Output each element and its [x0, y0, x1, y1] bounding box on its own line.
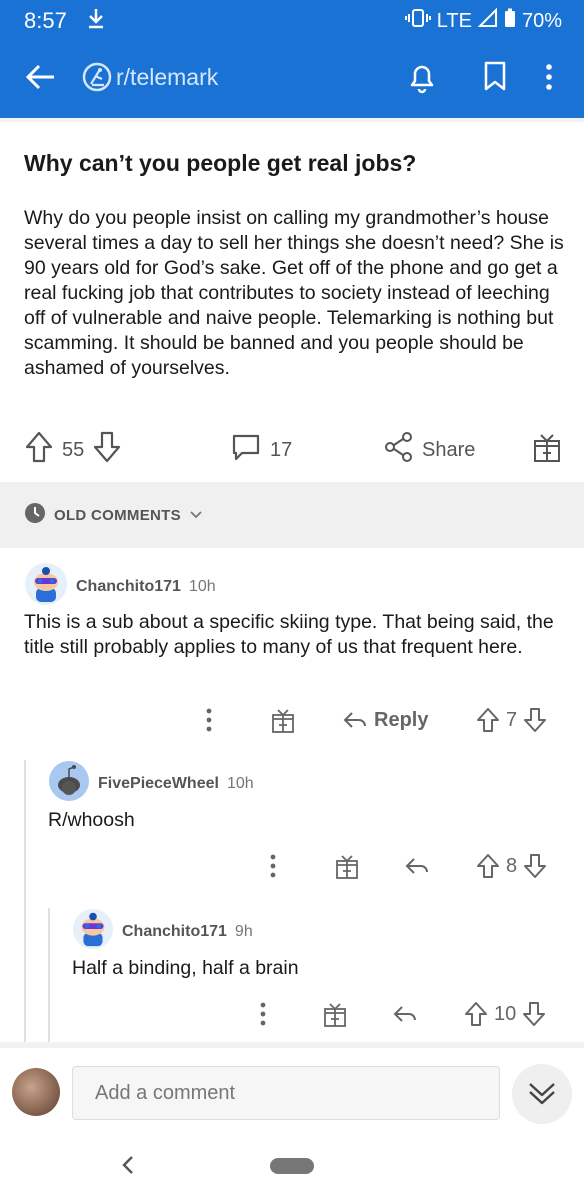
comment-input[interactable] — [72, 1066, 500, 1120]
sort-label: OLD COMMENTS — [54, 506, 181, 524]
comment-author[interactable]: Chanchito171 — [122, 923, 227, 941]
subreddit-avatar-icon[interactable] — [82, 62, 112, 97]
comment-composer — [0, 1048, 584, 1138]
post-comment-count: 17 — [270, 438, 293, 461]
system-nav-bar — [0, 1138, 584, 1200]
status-time: 8:57 — [24, 8, 67, 33]
share-icon — [384, 431, 414, 469]
more-vertical-icon[interactable] — [268, 848, 278, 884]
comment-vote-count: 8 — [506, 854, 518, 877]
signal-icon — [477, 7, 498, 34]
post-body: Why do you people insist on calling my g… — [24, 207, 564, 379]
download-icon — [86, 6, 106, 35]
comment-bubble-icon — [230, 431, 262, 469]
chevron-down-icon — [189, 507, 203, 524]
header-shadow — [0, 118, 584, 122]
award-button[interactable] — [532, 430, 562, 470]
comment-text: R/whoosh — [48, 809, 135, 831]
post-vote-group: 55 — [24, 430, 122, 470]
comment-author[interactable]: Chanchito171 — [76, 578, 181, 596]
double-chevron-down-icon — [526, 1076, 558, 1113]
comment-vote-group: 7 — [476, 702, 547, 738]
comment-header: FivePieceWheel 10h — [48, 760, 254, 807]
gift-icon[interactable] — [270, 702, 296, 738]
comment-time: 9h — [234, 922, 253, 940]
reply-icon[interactable] — [404, 848, 430, 884]
comment-time: 10h — [226, 774, 254, 792]
app-bar: r/telemark — [0, 40, 584, 118]
downvote-icon[interactable] — [523, 706, 547, 734]
nav-back-icon[interactable] — [118, 1152, 138, 1184]
post-comments-button[interactable]: 17 — [230, 430, 292, 470]
comment-vote-group: 10 — [464, 996, 546, 1032]
vibrate-icon — [404, 8, 431, 34]
comment-header: Chanchito171 9h — [72, 908, 253, 955]
comment-actions: Reply 7 — [0, 702, 584, 738]
upvote-icon[interactable] — [476, 852, 500, 880]
subreddit-name[interactable]: r/telemark — [116, 64, 218, 91]
upvote-icon[interactable] — [24, 430, 54, 470]
post-actions: 55 17 Share — [0, 430, 584, 470]
comment-actions: 10 — [0, 996, 584, 1032]
comment-header: Chanchito171 10h — [24, 562, 216, 611]
comment-actions: 8 — [0, 848, 584, 884]
bookmark-icon[interactable] — [482, 60, 508, 97]
more-vertical-icon[interactable] — [204, 702, 214, 738]
more-vertical-icon[interactable] — [258, 996, 268, 1032]
nav-home-pill[interactable] — [270, 1158, 314, 1174]
status-bar: 8:57 LTE 70% — [0, 0, 584, 40]
gift-icon[interactable] — [322, 996, 348, 1032]
comment-vote-group: 8 — [476, 848, 547, 884]
snoo-avatar-icon[interactable] — [72, 908, 114, 955]
expand-button[interactable] — [512, 1064, 572, 1124]
battery-icon — [504, 8, 516, 34]
reply-label: Reply — [374, 708, 429, 731]
sort-selector[interactable]: OLD COMMENTS — [24, 502, 203, 528]
reply-icon[interactable] — [392, 996, 418, 1032]
comment-vote-count: 7 — [506, 708, 518, 731]
more-vertical-icon[interactable] — [544, 62, 554, 97]
sort-band: OLD COMMENTS — [0, 482, 584, 548]
comment-vote-count: 10 — [494, 1002, 517, 1025]
comment-author[interactable]: FivePieceWheel — [98, 775, 219, 793]
status-right: LTE 70% — [404, 7, 562, 34]
upvote-icon[interactable] — [476, 706, 500, 734]
avatar[interactable] — [12, 1068, 60, 1116]
bell-icon[interactable] — [406, 60, 438, 99]
default-avatar-icon[interactable] — [48, 760, 90, 807]
clock-icon — [24, 502, 46, 528]
network-label: LTE — [436, 9, 472, 32]
reply-button[interactable]: Reply — [342, 702, 428, 738]
downvote-icon[interactable] — [523, 852, 547, 880]
snoo-avatar-icon[interactable] — [24, 562, 68, 611]
gift-icon[interactable] — [334, 848, 360, 884]
back-arrow-icon[interactable] — [24, 60, 58, 99]
downvote-icon[interactable] — [92, 430, 122, 470]
comment-time: 10h — [188, 577, 216, 595]
battery-percent: 70% — [521, 9, 562, 32]
post-title: Why can’t you people get real jobs? — [24, 150, 417, 176]
upvote-icon[interactable] — [464, 1000, 488, 1028]
share-label: Share — [422, 438, 476, 461]
comment-text: This is a sub about a specific skiing ty… — [24, 611, 554, 658]
comment-text: Half a binding, half a brain — [72, 957, 299, 979]
gift-icon — [532, 431, 562, 469]
share-button[interactable]: Share — [384, 430, 475, 470]
post-vote-count: 55 — [62, 438, 85, 461]
downvote-icon[interactable] — [522, 1000, 546, 1028]
